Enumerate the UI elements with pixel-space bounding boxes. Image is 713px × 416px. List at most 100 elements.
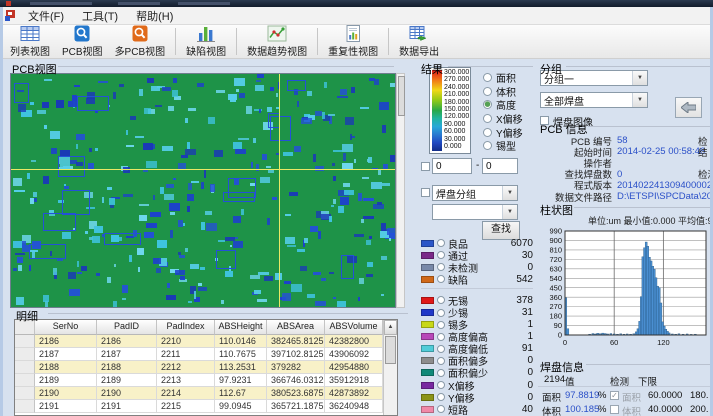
menu-item-0[interactable]: 文件(F) [19,6,73,26]
details-column-header[interactable]: ABSArea [267,320,325,335]
pad-group-sub-select[interactable]: ▼ [432,204,518,220]
details-column-header[interactable]: ABSVolume [325,320,383,335]
table-row[interactable]: 218821882212113.253137928242954880 [15,361,397,374]
toolbar-button-trend-view[interactable]: 数据趋势视图 [241,25,313,58]
legend-item[interactable]: 面积偏少0 [421,367,533,379]
app-icon-small [5,10,17,21]
pcb-component [257,299,267,302]
scrollbar-thumb[interactable] [398,76,405,116]
legend-item[interactable]: 短路40 [421,403,533,415]
table-cell: 2190 [35,387,97,400]
pcb-component [297,249,305,252]
details-column-header[interactable]: ABSHeight [215,320,267,335]
details-vertical-scrollbar[interactable]: ▲ [383,320,397,416]
pcb-board-canvas[interactable] [10,73,396,308]
range-filter-checkbox[interactable] [421,162,430,171]
metric-radio-Y偏移[interactable]: Y偏移 [483,125,523,139]
pcb-component [27,173,30,179]
section-divider [48,313,408,314]
toolbar-button-list-view[interactable]: 列表视图 [4,25,56,58]
legend-color-swatch [421,382,434,389]
metric-radio-锡型[interactable]: 锡型 [483,139,523,153]
legend-item[interactable]: 未检测0 [421,261,533,273]
row-header-cell[interactable] [15,361,35,374]
legend-item[interactable]: X偏移0 [421,379,533,391]
pcb-component [354,159,356,163]
pcb-component [137,248,144,255]
row-header-cell[interactable] [15,374,35,387]
pcb-component [170,230,173,238]
table-row[interactable]: 21892189221397.9231366746.031235912918 [15,374,397,387]
pcb-component [284,281,291,284]
details-column-header[interactable]: PadID [97,320,157,335]
back-button[interactable] [675,97,702,118]
table-row[interactable]: 21912191221599.0945365721.187536240948 [15,400,397,413]
detect-checkbox[interactable] [610,405,619,414]
pcb-component [64,184,66,186]
table-cell: 397102.8125 [267,348,325,361]
pcb-component [113,301,117,308]
metric-radio-X偏移[interactable]: X偏移 [483,112,523,126]
legend-item[interactable]: 无锡378 [421,294,533,306]
pcb-component [135,136,144,138]
range-to-input[interactable] [482,158,518,174]
table-row[interactable]: 218621862210110.0146382465.812542382800 [15,335,397,348]
pcb-component [233,216,241,223]
pcb-component [324,82,327,88]
toolbar-button-repeat-view[interactable]: 重复性视图 [322,25,384,58]
table-cell: 2212 [157,361,215,374]
scroll-up-icon[interactable]: ▲ [384,320,397,335]
y-tick-label: 630 [549,264,562,273]
legend-count: 542 [516,274,533,285]
pcb-component [351,87,355,93]
pad-group-select[interactable]: 焊盘分组 ▼ [432,185,518,201]
table-row[interactable]: 218721872211110.7675397102.812543906092 [15,348,397,361]
toolbar-button-multi-pcb-view[interactable]: 多PCB视图 [109,25,172,58]
pad-metric-value: 97.8819 [565,390,599,401]
scale-value: 90.000 [444,121,471,128]
row-header-cell[interactable] [15,387,35,400]
pcb-component [156,268,161,273]
legend-item[interactable]: 少锡31 [421,306,533,318]
pcb-component [30,102,34,105]
toolbar-button-defect-view[interactable]: 缺陷视图 [180,25,232,58]
menu-item-1[interactable]: 工具(T) [73,6,127,26]
scrollbar-thumb[interactable] [385,336,396,364]
metric-radio-体积[interactable]: 体积 [483,85,523,99]
row-header-cell[interactable] [15,348,35,361]
detect-checkbox[interactable]: ✓ [610,391,619,400]
toolbar-button-pcb-view[interactable]: PCB视图 [56,25,109,58]
metric-radio-高度[interactable]: 高度 [483,98,523,112]
details-column-header[interactable]: SerNo [35,320,97,335]
pcb-component [214,150,223,157]
pcb-component [183,223,185,226]
table-row[interactable]: 219021902214112.67380523.687542873892 [15,387,397,400]
menu-item-2[interactable]: 帮助(H) [127,6,182,26]
pcb-component [342,144,353,152]
details-table[interactable]: SerNoPadIDPadIndexABSHeightABSAreaABSVol… [14,319,398,416]
scale-value: 210.000 [444,91,471,98]
row-header-cell[interactable] [15,335,35,348]
pcb-vertical-scrollbar[interactable] [396,73,405,308]
legend-item[interactable]: 良品6070 [421,237,533,249]
metric-radio-面积[interactable]: 面积 [483,71,523,85]
pcb-component [337,301,346,308]
legend-count: 91 [522,343,533,354]
pcb-component [318,231,321,239]
row-header-cell[interactable] [15,400,35,413]
section-divider [586,364,710,365]
pcb-component [255,85,264,91]
group-select-2[interactable]: 全部焊盘 ▼ [540,92,648,108]
y-tick-label: 180 [549,312,562,321]
pcb-component [221,300,224,304]
pad-metric-unit: % [598,390,606,401]
legend-item[interactable]: 缺陷 542 [421,273,533,285]
pcb-component [164,194,174,200]
details-column-header[interactable]: PadIndex [157,320,215,335]
radio-icon [437,393,445,401]
range-from-input[interactable] [432,158,472,174]
pad-group-checkbox[interactable] [421,188,430,197]
legend-item[interactable]: Y偏移0 [421,391,533,403]
toolbar-button-export[interactable]: 数据导出 [393,25,445,58]
legend-label: 缺陷 [448,272,468,287]
